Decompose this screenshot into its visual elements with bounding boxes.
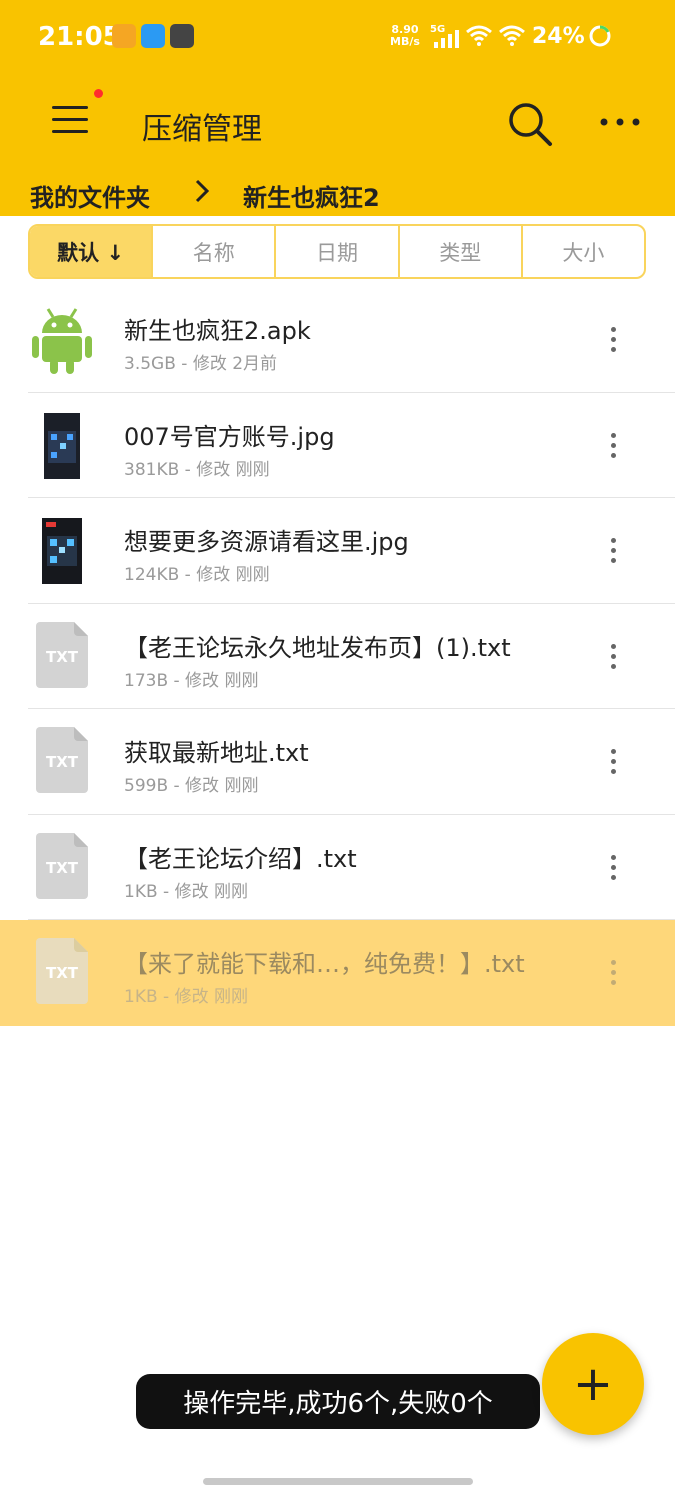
notification-app-icon: [141, 24, 165, 48]
svg-text:TXT: TXT: [46, 648, 79, 666]
breadcrumb-root[interactable]: 我的文件夹: [30, 178, 150, 213]
status-bar: 21:05 8.90 MB/s 5G 24%: [0, 0, 675, 72]
home-indicator[interactable]: [203, 1478, 473, 1485]
sort-tab-name[interactable]: 名称: [153, 226, 277, 277]
txt-file-icon: TXT: [36, 727, 88, 793]
search-icon[interactable]: [506, 100, 554, 148]
file-meta: 3.5GB - 修改 2月前: [124, 354, 278, 374]
item-menu-icon[interactable]: [600, 536, 628, 566]
item-menu-icon[interactable]: [600, 853, 628, 883]
svg-text:TXT: TXT: [46, 964, 79, 982]
sort-tab-size[interactable]: 大小: [523, 226, 644, 277]
sort-bar: 默认 ↓ 名称 日期 类型 大小: [28, 224, 646, 279]
menu-button[interactable]: [48, 100, 92, 140]
file-meta: 599B - 修改 刚刚: [124, 776, 259, 796]
page-title: 压缩管理: [142, 112, 262, 147]
txt-file-icon: TXT: [36, 938, 88, 1004]
file-meta: 381KB - 修改 刚刚: [124, 459, 270, 480]
sort-tab-default[interactable]: 默认 ↓: [30, 226, 154, 277]
breadcrumb-current[interactable]: 新生也疯狂2: [243, 178, 380, 213]
android-icon: [32, 308, 92, 374]
image-thumbnail: [42, 518, 82, 584]
status-time: 21:05: [38, 22, 121, 52]
file-row[interactable]: 007号官方账号.jpg 381KB - 修改 刚刚: [0, 393, 675, 498]
svg-text:TXT: TXT: [46, 859, 79, 877]
file-row[interactable]: TXT 【老王论坛介绍】.txt 1KB - 修改 刚刚: [0, 815, 675, 920]
file-meta: 1KB - 修改 刚刚: [124, 881, 248, 902]
notification-app-icon: [170, 24, 194, 48]
file-list: 新生也疯狂2.apk 3.5GB - 修改 2月前 007号官方账号.jpg 3…: [0, 287, 675, 1026]
wifi-icon: [466, 25, 492, 46]
chevron-right-icon: [195, 179, 210, 203]
file-row-selected[interactable]: TXT 【来了就能下载和…，纯免费！】.txt 1KB - 修改 刚刚: [0, 920, 675, 1026]
file-meta: 124KB - 修改 刚刚: [124, 565, 270, 585]
file-name: 【老王论坛介绍】.txt: [124, 844, 357, 873]
sort-tab-type[interactable]: 类型: [400, 226, 523, 277]
svg-text:TXT: TXT: [46, 753, 79, 771]
net-speed: 8.90 MB/s: [390, 23, 420, 48]
add-button[interactable]: +: [542, 1333, 644, 1435]
item-menu-icon[interactable]: [600, 747, 628, 777]
file-name: 【老王论坛永久地址发布页】(1).txt: [124, 633, 511, 662]
file-name: 【来了就能下载和…，纯免费！】.txt: [124, 950, 525, 978]
txt-file-icon: TXT: [36, 621, 88, 688]
txt-file-icon: TXT: [36, 832, 88, 899]
notification-dot: [94, 89, 103, 98]
item-menu-icon[interactable]: [600, 431, 628, 461]
battery-icon: [589, 25, 611, 47]
battery-percent: 24%: [532, 24, 585, 49]
file-row[interactable]: TXT 获取最新地址.txt 599B - 修改 刚刚: [0, 709, 675, 815]
item-menu-icon[interactable]: [600, 642, 628, 672]
file-row[interactable]: TXT 【老王论坛永久地址发布页】(1).txt 173B - 修改 刚刚: [0, 604, 675, 709]
more-options-icon[interactable]: [598, 110, 642, 134]
wifi-icon: [499, 25, 525, 46]
sort-tab-date[interactable]: 日期: [276, 226, 400, 277]
file-meta: 1KB - 修改 刚刚: [124, 987, 248, 1007]
file-name: 获取最新地址.txt: [124, 739, 309, 767]
image-thumbnail: [44, 412, 80, 479]
app-header: 21:05 8.90 MB/s 5G 24% 压缩管理 我的文件夹 新生也疯狂2: [0, 0, 675, 216]
item-menu-icon[interactable]: [600, 325, 628, 355]
file-row[interactable]: 新生也疯狂2.apk 3.5GB - 修改 2月前: [0, 287, 675, 393]
breadcrumb: 我的文件夹 新生也疯狂2: [0, 170, 675, 216]
file-meta: 173B - 修改 刚刚: [124, 670, 259, 691]
notification-app-icon: [112, 24, 136, 48]
file-name: 新生也疯狂2.apk: [124, 317, 311, 345]
file-row[interactable]: 想要更多资源请看这里.jpg 124KB - 修改 刚刚: [0, 498, 675, 604]
item-menu-icon[interactable]: [600, 958, 628, 988]
file-name: 想要更多资源请看这里.jpg: [124, 528, 409, 556]
file-name: 007号官方账号.jpg: [124, 422, 335, 451]
toast-message: 操作完毕,成功6个,失败0个: [136, 1374, 540, 1429]
signal-icon: [434, 30, 459, 48]
